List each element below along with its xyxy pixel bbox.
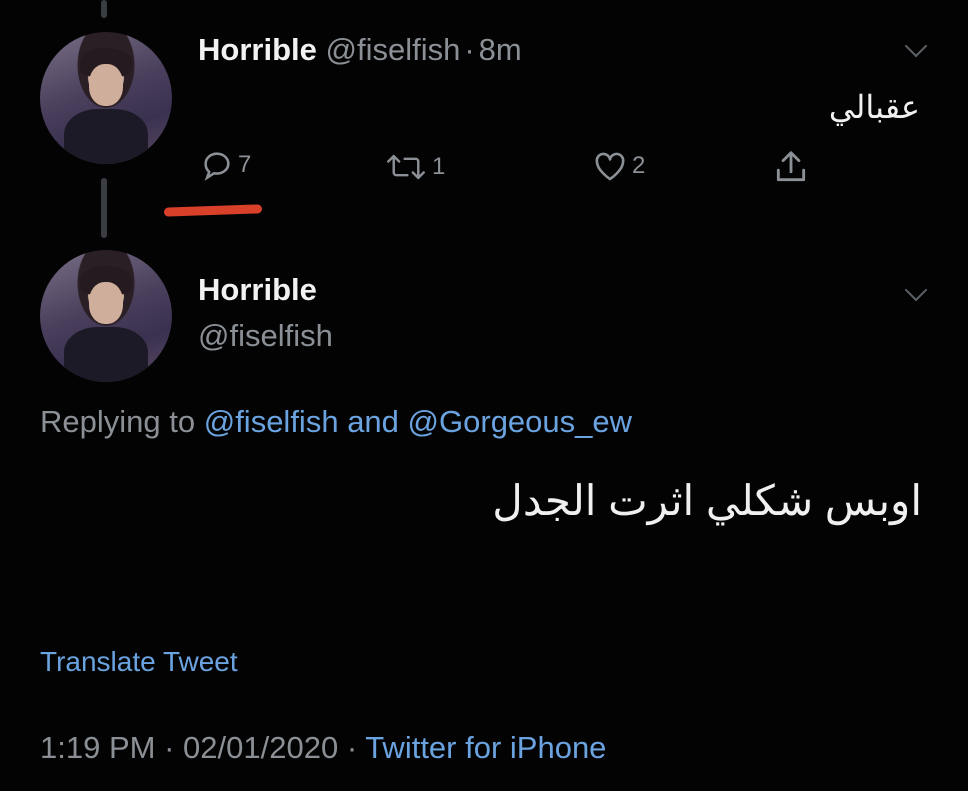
tweet-text: اوبس شكلي اثرت الجدل bbox=[492, 477, 922, 524]
retweet-count: 1 bbox=[432, 153, 446, 180]
replying-prefix: Replying to bbox=[40, 404, 196, 439]
reply-count: 7 bbox=[238, 151, 252, 178]
avatar[interactable] bbox=[40, 32, 172, 164]
tweet-date[interactable]: 02/01/2020 bbox=[183, 730, 338, 765]
mention-link[interactable]: @Gorgeous_ew bbox=[408, 404, 632, 439]
thread-line-top bbox=[101, 0, 107, 18]
avatar[interactable] bbox=[40, 250, 172, 382]
author-name[interactable]: Horrible bbox=[198, 32, 317, 67]
share-icon bbox=[772, 148, 810, 186]
highlight-underline bbox=[163, 204, 263, 217]
tweet-text: عقبالي bbox=[828, 89, 920, 125]
separator-dot: · bbox=[346, 730, 358, 765]
source-link[interactable]: Twitter for iPhone bbox=[365, 730, 606, 765]
author-handle[interactable]: @fiselfish bbox=[198, 318, 333, 354]
retweet-button[interactable]: 1 bbox=[384, 152, 445, 182]
author-handle[interactable]: @fiselfish bbox=[325, 32, 460, 67]
chevron-down-icon[interactable] bbox=[904, 34, 928, 58]
tweet-time[interactable]: 8m bbox=[479, 32, 522, 67]
thread-line-middle bbox=[101, 178, 107, 238]
translate-tweet-link[interactable]: Translate Tweet bbox=[40, 646, 238, 678]
retweet-icon bbox=[384, 152, 428, 182]
separator-dot: · bbox=[164, 730, 175, 765]
speech-bubble-icon bbox=[200, 148, 234, 182]
heart-icon bbox=[592, 150, 628, 182]
author-name[interactable]: Horrible bbox=[198, 272, 317, 308]
like-button[interactable]: 2 bbox=[592, 150, 645, 182]
share-button[interactable] bbox=[772, 148, 810, 186]
chevron-down-icon[interactable] bbox=[904, 278, 928, 302]
separator-dot: · bbox=[464, 32, 475, 67]
tweet-meta: 1:19 PM · 02/01/2020 · Twitter for iPhon… bbox=[40, 730, 606, 766]
like-count: 2 bbox=[632, 152, 646, 179]
reply-button[interactable]: 7 bbox=[200, 148, 251, 182]
tweet-time[interactable]: 1:19 PM bbox=[40, 730, 155, 765]
replying-to: Replying to @fiselfish and @Gorgeous_ew bbox=[40, 404, 632, 440]
tweet-header: Horrible @fiselfish · 8m bbox=[198, 32, 522, 68]
replying-and: and bbox=[347, 404, 399, 439]
mention-link[interactable]: @fiselfish bbox=[204, 404, 339, 439]
